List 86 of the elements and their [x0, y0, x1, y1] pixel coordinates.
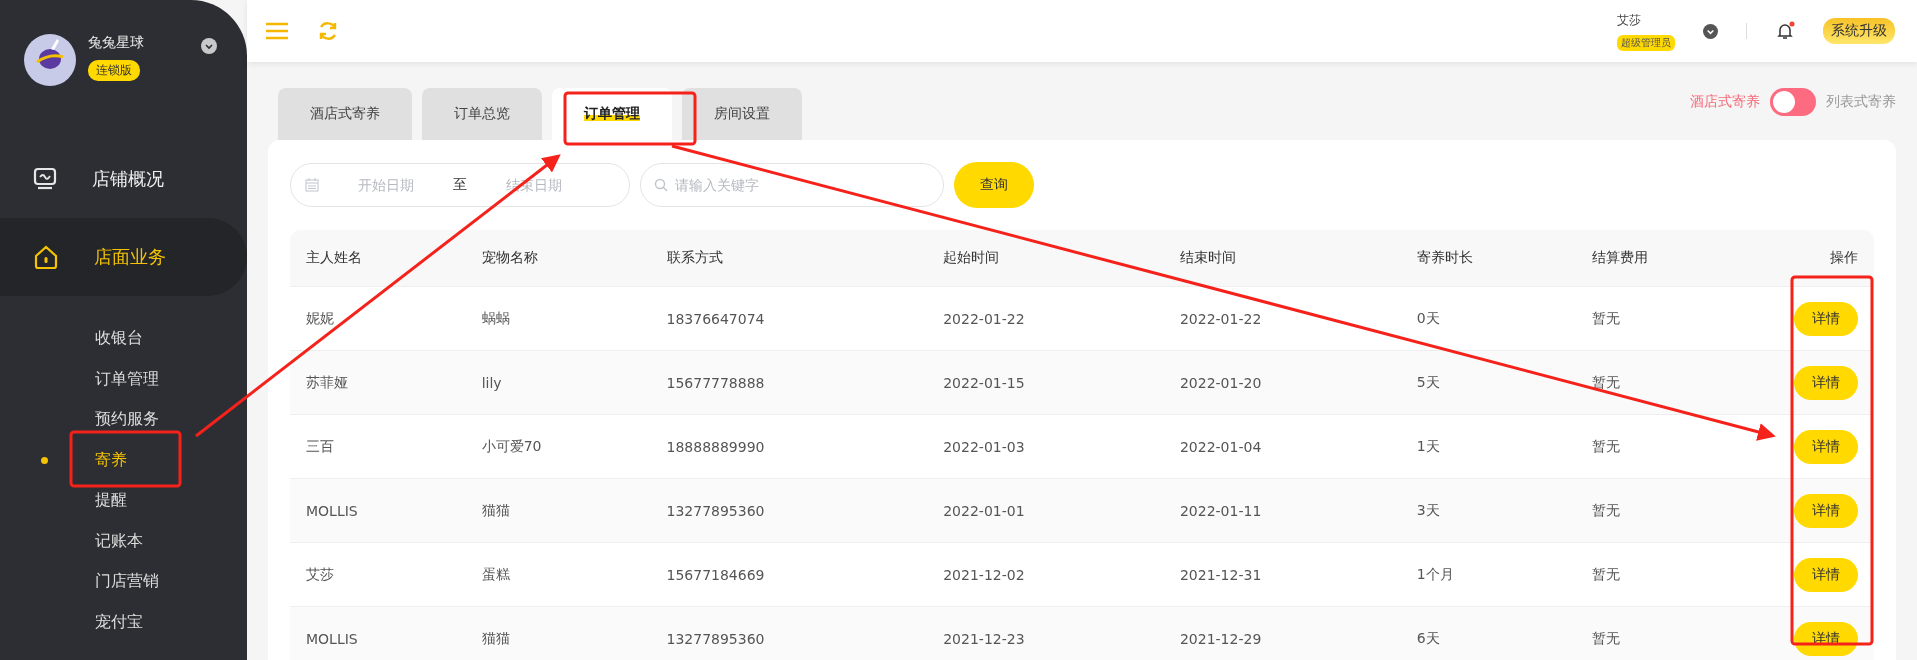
detail-button[interactable]: 详情 [1794, 493, 1858, 528]
detail-button[interactable]: 详情 [1794, 557, 1858, 592]
search-icon [654, 178, 668, 192]
table-cell: 2022-01-22 [943, 310, 1025, 327]
column-header: 联系方式 [666, 249, 723, 265]
tab[interactable]: 酒店式寄养 [278, 88, 412, 140]
table-cell: MOLLIS [306, 630, 358, 647]
table-cell: lily [481, 374, 502, 391]
table-cell: 暂无 [1592, 437, 1621, 454]
table-cell: 13277895360 [666, 502, 765, 519]
submenu-item[interactable]: 预约服务 [39, 399, 247, 440]
submenu-item[interactable]: 提醒 [39, 480, 247, 521]
user-name: 艾莎 [1617, 11, 1641, 29]
table-cell: 暂无 [1592, 309, 1621, 326]
table-cell: 妮妮 [306, 309, 334, 326]
table-cell: 小可爱70 [481, 437, 542, 454]
submenu-item[interactable]: 宠付宝 [39, 601, 247, 642]
sidebar-menu-item[interactable]: 店铺概况 [0, 140, 247, 218]
dropdown-icon[interactable] [201, 38, 217, 54]
table-cell: 2021-12-23 [943, 630, 1025, 647]
table-cell: 暂无 [1592, 501, 1621, 518]
dropdown-icon[interactable] [1703, 23, 1718, 39]
store-name: 兔兔星球 [88, 34, 145, 52]
table-cell: 2021-12-02 [943, 566, 1025, 583]
table-cell: 三百 [306, 437, 334, 454]
submenu-item[interactable]: 收银台 [39, 318, 247, 359]
house-icon [32, 243, 60, 271]
tab[interactable]: 房间设置 [682, 88, 802, 140]
detail-button[interactable]: 详情 [1794, 429, 1858, 464]
table-cell: 2022-01-11 [1179, 502, 1262, 519]
table-cell: 13277895360 [666, 630, 765, 647]
detail-button[interactable]: 详情 [1794, 365, 1858, 400]
table-cell: 艾莎 [306, 565, 334, 582]
table-cell: 2021-12-29 [1179, 630, 1262, 647]
monitor-icon [32, 166, 58, 192]
column-header: 起始时间 [943, 249, 1000, 265]
table-cell: 猫猫 [481, 629, 510, 646]
submenu-item[interactable]: 寄养 [39, 439, 247, 480]
calendar-icon [305, 178, 319, 192]
bell-icon[interactable] [1775, 21, 1795, 41]
table-cell: 猫猫 [481, 501, 510, 518]
query-button[interactable]: 查询 [954, 162, 1034, 208]
column-header: 操作 [1830, 249, 1858, 265]
table-cell: MOLLIS [306, 502, 358, 519]
table-cell: 2021-12-31 [1179, 566, 1262, 583]
table-cell: 1天 [1416, 437, 1440, 454]
edition-badge: 连锁版 [88, 60, 140, 81]
submenu-item[interactable]: 记账本 [39, 520, 247, 561]
table-cell: 1个月 [1416, 565, 1454, 582]
table-cell: 3天 [1416, 501, 1440, 518]
range-separator: 至 [453, 176, 467, 194]
view-toggle[interactable] [1770, 88, 1816, 116]
table-cell: 2022-01-15 [943, 374, 1025, 391]
table-cell: 18888889990 [666, 438, 765, 455]
table-cell: 6天 [1416, 629, 1440, 646]
column-header: 宠物名称 [481, 249, 538, 265]
detail-button[interactable]: 详情 [1794, 301, 1858, 336]
submenu-item[interactable]: 订单管理 [39, 358, 247, 399]
table-cell: 18376647074 [666, 310, 765, 327]
column-header: 结算费用 [1592, 249, 1649, 265]
table-cell: 暂无 [1592, 373, 1621, 390]
table-cell: 5天 [1416, 373, 1440, 390]
table-cell: 15677184669 [666, 566, 765, 583]
column-header: 结束时间 [1179, 249, 1236, 265]
tab[interactable]: 订单总览 [422, 88, 542, 140]
table-cell: 2022-01-03 [943, 438, 1025, 455]
table-cell: 蛋糕 [481, 565, 510, 582]
column-header: 主人姓名 [306, 249, 362, 265]
table-cell: 0天 [1416, 309, 1440, 326]
table-cell: 蜗蜗 [481, 309, 510, 326]
start-date-input[interactable]: 开始日期 [329, 176, 443, 194]
table-cell: 2022-01-04 [1179, 438, 1262, 455]
table-cell: 暂无 [1592, 629, 1621, 646]
table-cell: 2022-01-20 [1179, 374, 1262, 391]
upgrade-button[interactable]: 系统升级 [1823, 18, 1895, 44]
table-cell: 2022-01-22 [1179, 310, 1262, 327]
column-header: 寄养时长 [1416, 249, 1473, 265]
table-cell: 15677778888 [666, 374, 765, 391]
table-cell: 苏菲娅 [306, 373, 348, 390]
store-avatar [24, 34, 76, 86]
table-cell: 暂无 [1592, 565, 1621, 582]
search-field[interactable]: 请输入关键字 [640, 163, 944, 207]
role-badge: 超级管理员 [1617, 34, 1675, 51]
submenu-item[interactable]: 门店营销 [39, 561, 247, 602]
table-cell: 2022-01-01 [943, 502, 1025, 519]
sidebar-menu-item[interactable]: 店面业务 [0, 218, 247, 296]
